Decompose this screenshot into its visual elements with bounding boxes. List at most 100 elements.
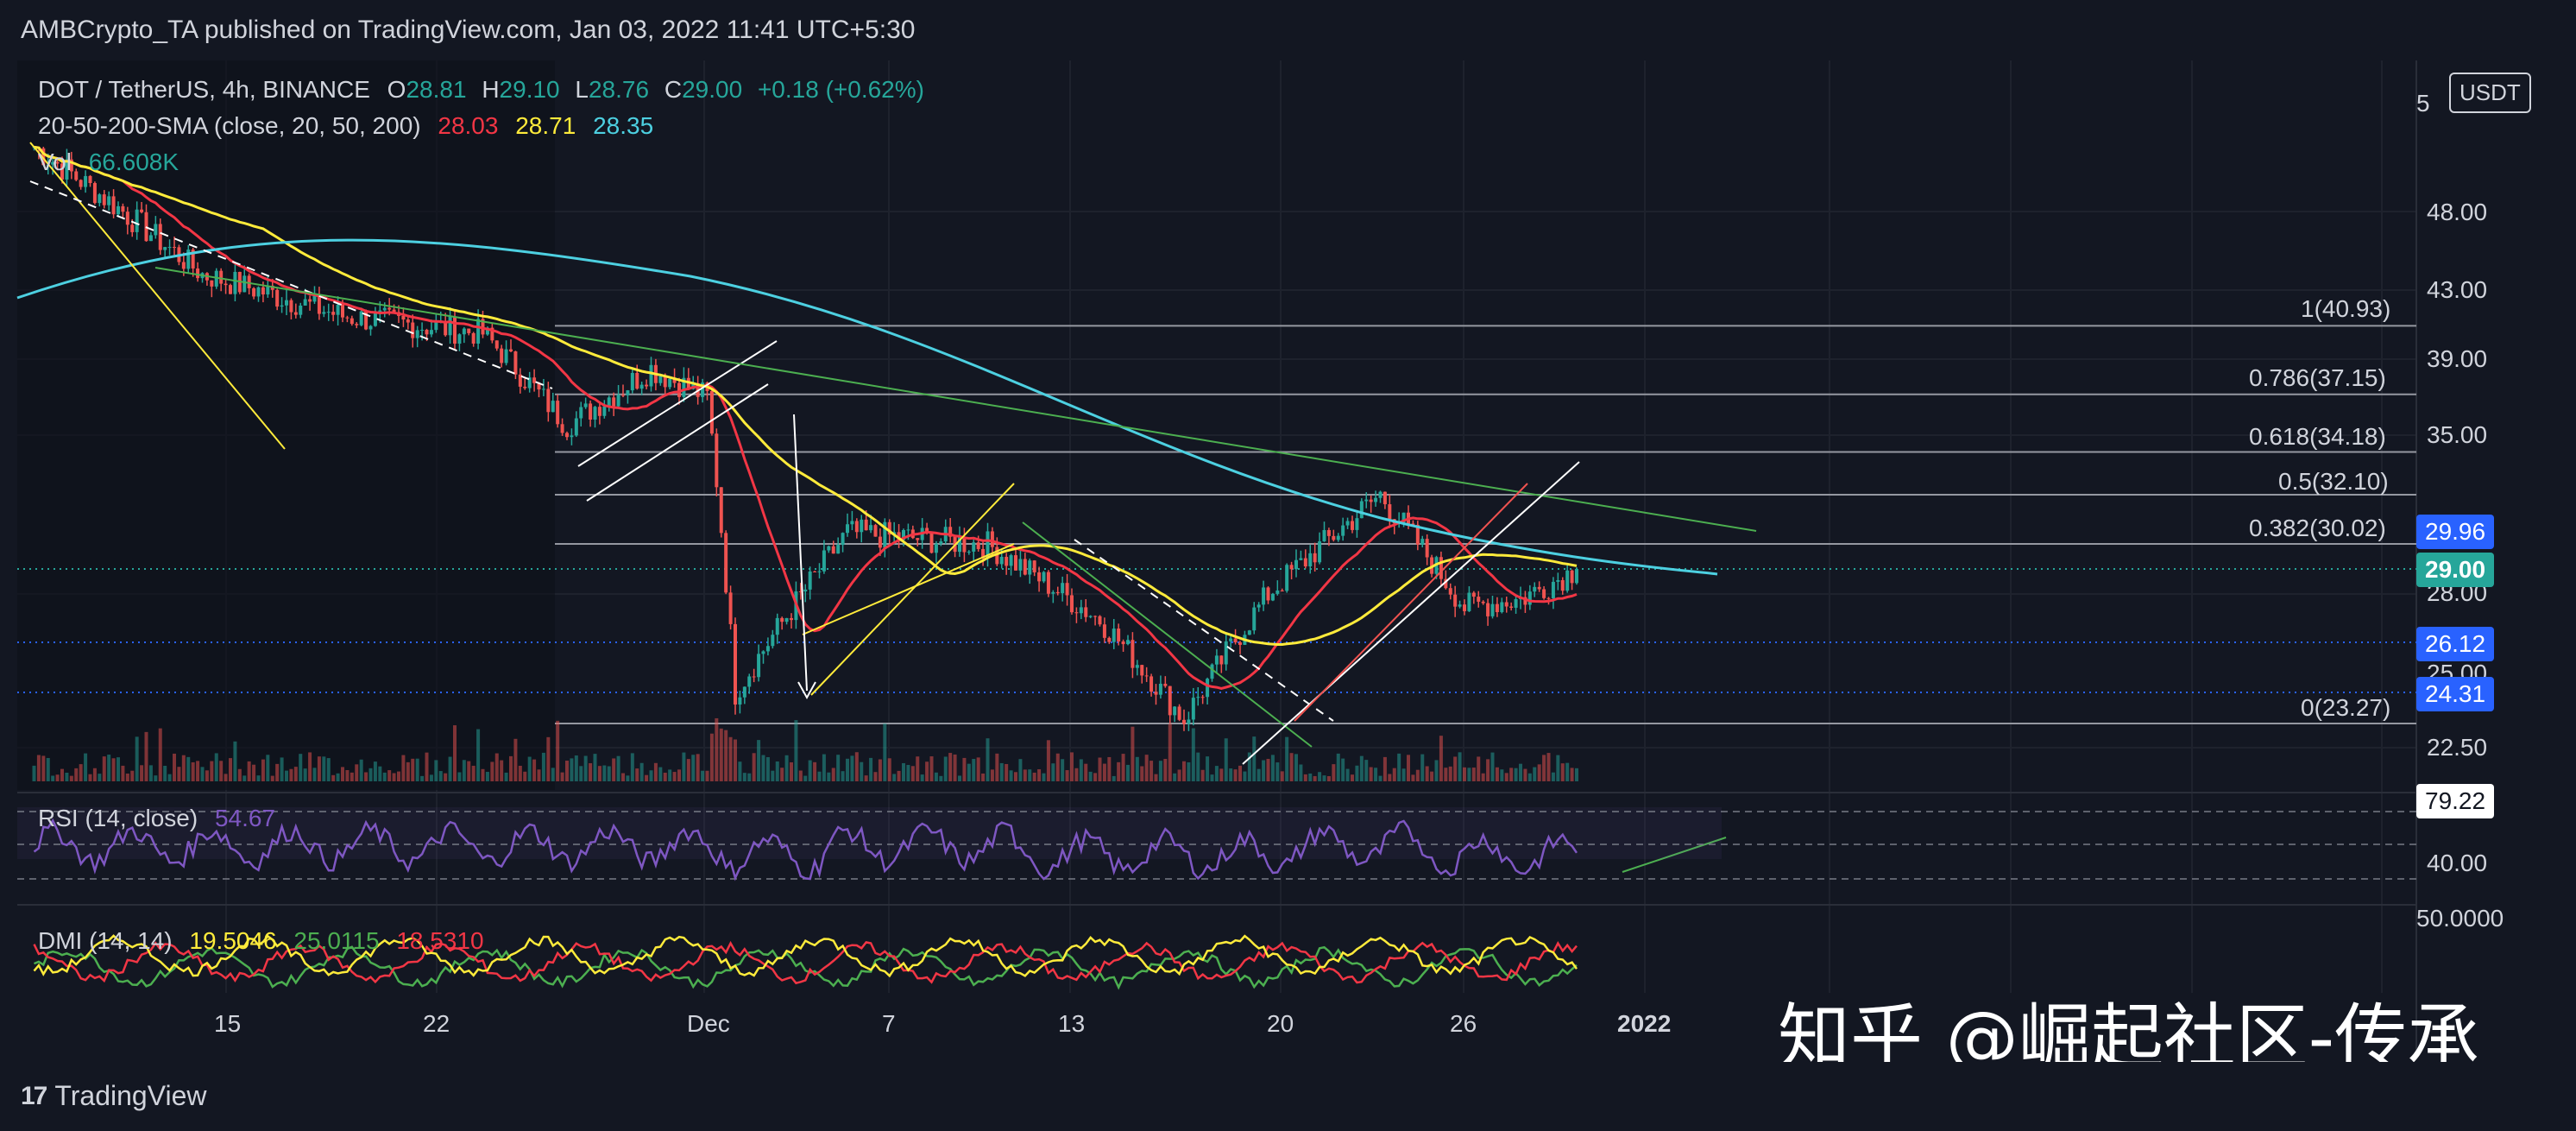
volume-bar bbox=[1173, 773, 1177, 781]
volume-bar bbox=[1430, 771, 1434, 781]
volume-bar bbox=[303, 768, 307, 781]
sma-legend[interactable]: 20-50-200-SMA (close, 20, 50, 200) 28.03… bbox=[38, 112, 664, 140]
candle-body bbox=[734, 623, 737, 705]
candle-body bbox=[1117, 629, 1121, 641]
candle-body bbox=[406, 319, 410, 323]
volume-bar bbox=[831, 768, 835, 781]
volume-bar bbox=[378, 766, 382, 781]
candle-body bbox=[121, 205, 125, 212]
candle-body bbox=[1061, 583, 1065, 594]
volume-bar bbox=[229, 758, 232, 781]
volume-bar bbox=[387, 770, 392, 781]
candle-body bbox=[1005, 556, 1009, 566]
fib-label: 1(40.93) bbox=[2301, 295, 2391, 322]
price-chart[interactable] bbox=[0, 60, 2576, 1053]
volume-bar bbox=[990, 769, 994, 781]
candle-body bbox=[1299, 558, 1303, 560]
volume-bar bbox=[771, 770, 775, 781]
volume-bar bbox=[705, 770, 709, 781]
volume-bar bbox=[920, 774, 924, 781]
volume-bar bbox=[1439, 736, 1443, 781]
tradingview-logo[interactable]: 17 TradingView bbox=[21, 1080, 206, 1112]
volume-bar bbox=[373, 761, 377, 781]
volume-bar bbox=[41, 755, 46, 781]
price-tick: 48.00 bbox=[2427, 199, 2488, 225]
volume-bar bbox=[583, 755, 588, 781]
symbol-legend[interactable]: DOT / TetherUS, 4h, BINANCE O28.81 H29.1… bbox=[38, 76, 945, 104]
candle-body bbox=[1326, 529, 1331, 536]
volume-bar bbox=[1061, 759, 1065, 781]
volume-bar bbox=[1401, 768, 1406, 781]
volume-bar bbox=[686, 759, 690, 781]
volume-bar bbox=[1009, 770, 1013, 781]
candle-body bbox=[345, 317, 350, 319]
volume-bar bbox=[808, 760, 812, 781]
price-tick: 39.00 bbox=[2427, 345, 2488, 372]
volume-bar bbox=[658, 767, 663, 781]
currency-button[interactable]: USDT bbox=[2449, 73, 2531, 113]
volume-bar bbox=[747, 773, 752, 781]
volume-bar bbox=[60, 768, 64, 781]
volume-bar bbox=[1341, 758, 1345, 781]
candle-body bbox=[1551, 581, 1555, 598]
candle-body bbox=[1262, 587, 1266, 605]
volume-bar bbox=[607, 766, 611, 781]
volume-bar bbox=[406, 761, 410, 781]
volume-bar bbox=[929, 756, 934, 781]
volume-bar bbox=[1477, 756, 1481, 781]
candle-body bbox=[976, 542, 980, 549]
volume-bar bbox=[1168, 723, 1172, 781]
candle-body bbox=[322, 312, 326, 314]
candle-body bbox=[148, 235, 153, 242]
candle-body bbox=[111, 196, 116, 215]
volume-bar bbox=[158, 728, 162, 781]
vol-label: Vol bbox=[38, 148, 72, 175]
rsi-legend[interactable]: RSI (14, close) 54.67 bbox=[38, 805, 286, 832]
brand-name: TradingView bbox=[54, 1080, 207, 1111]
volume-bar bbox=[860, 761, 864, 781]
volume-bar bbox=[111, 758, 116, 781]
candle-body bbox=[135, 209, 139, 232]
volume-bar bbox=[1055, 753, 1060, 781]
volume-bar bbox=[1308, 773, 1313, 781]
candle-body bbox=[583, 403, 588, 408]
close-label: C bbox=[664, 76, 683, 103]
volume-bar bbox=[1500, 769, 1504, 781]
volume-bar bbox=[518, 765, 522, 781]
candle-body bbox=[1463, 604, 1466, 611]
volume-bar bbox=[1219, 768, 1224, 781]
volume-bar bbox=[822, 754, 826, 781]
volume-bar bbox=[523, 771, 527, 781]
candle-body bbox=[765, 646, 770, 652]
candle-body bbox=[1527, 591, 1532, 605]
price-tick: 35.00 bbox=[2427, 421, 2488, 448]
candle-body bbox=[1275, 590, 1280, 594]
volume-bar bbox=[1575, 768, 1578, 781]
volume-bar bbox=[214, 753, 218, 781]
candle-body bbox=[158, 224, 162, 250]
candle-body bbox=[579, 407, 583, 419]
volume-legend[interactable]: Vol 66.608K bbox=[38, 148, 189, 176]
volume-bar bbox=[88, 774, 92, 781]
dmi-legend[interactable]: DMI (14, 14) 19.5046 25.0115 18.5310 bbox=[38, 927, 494, 955]
volume-bar bbox=[999, 762, 1004, 781]
candle-body bbox=[1556, 579, 1560, 582]
candle-body bbox=[1425, 539, 1429, 558]
candle-body bbox=[1055, 591, 1060, 594]
volume-bar bbox=[121, 765, 125, 781]
volume-bar bbox=[939, 775, 943, 781]
candle-body bbox=[1042, 572, 1046, 582]
candle-body bbox=[724, 533, 728, 593]
volume-bar bbox=[345, 769, 350, 781]
volume-bar bbox=[953, 754, 957, 781]
volume-bar bbox=[322, 756, 326, 781]
candle-body bbox=[1490, 603, 1495, 616]
candle-body bbox=[303, 299, 307, 306]
candle-body bbox=[972, 542, 976, 552]
candle-body bbox=[1509, 606, 1514, 608]
candle-body bbox=[1144, 675, 1149, 677]
volume-bar bbox=[1537, 764, 1541, 781]
volume-bar bbox=[1556, 755, 1560, 781]
volume-bar bbox=[612, 758, 616, 781]
candle-body bbox=[219, 270, 224, 284]
